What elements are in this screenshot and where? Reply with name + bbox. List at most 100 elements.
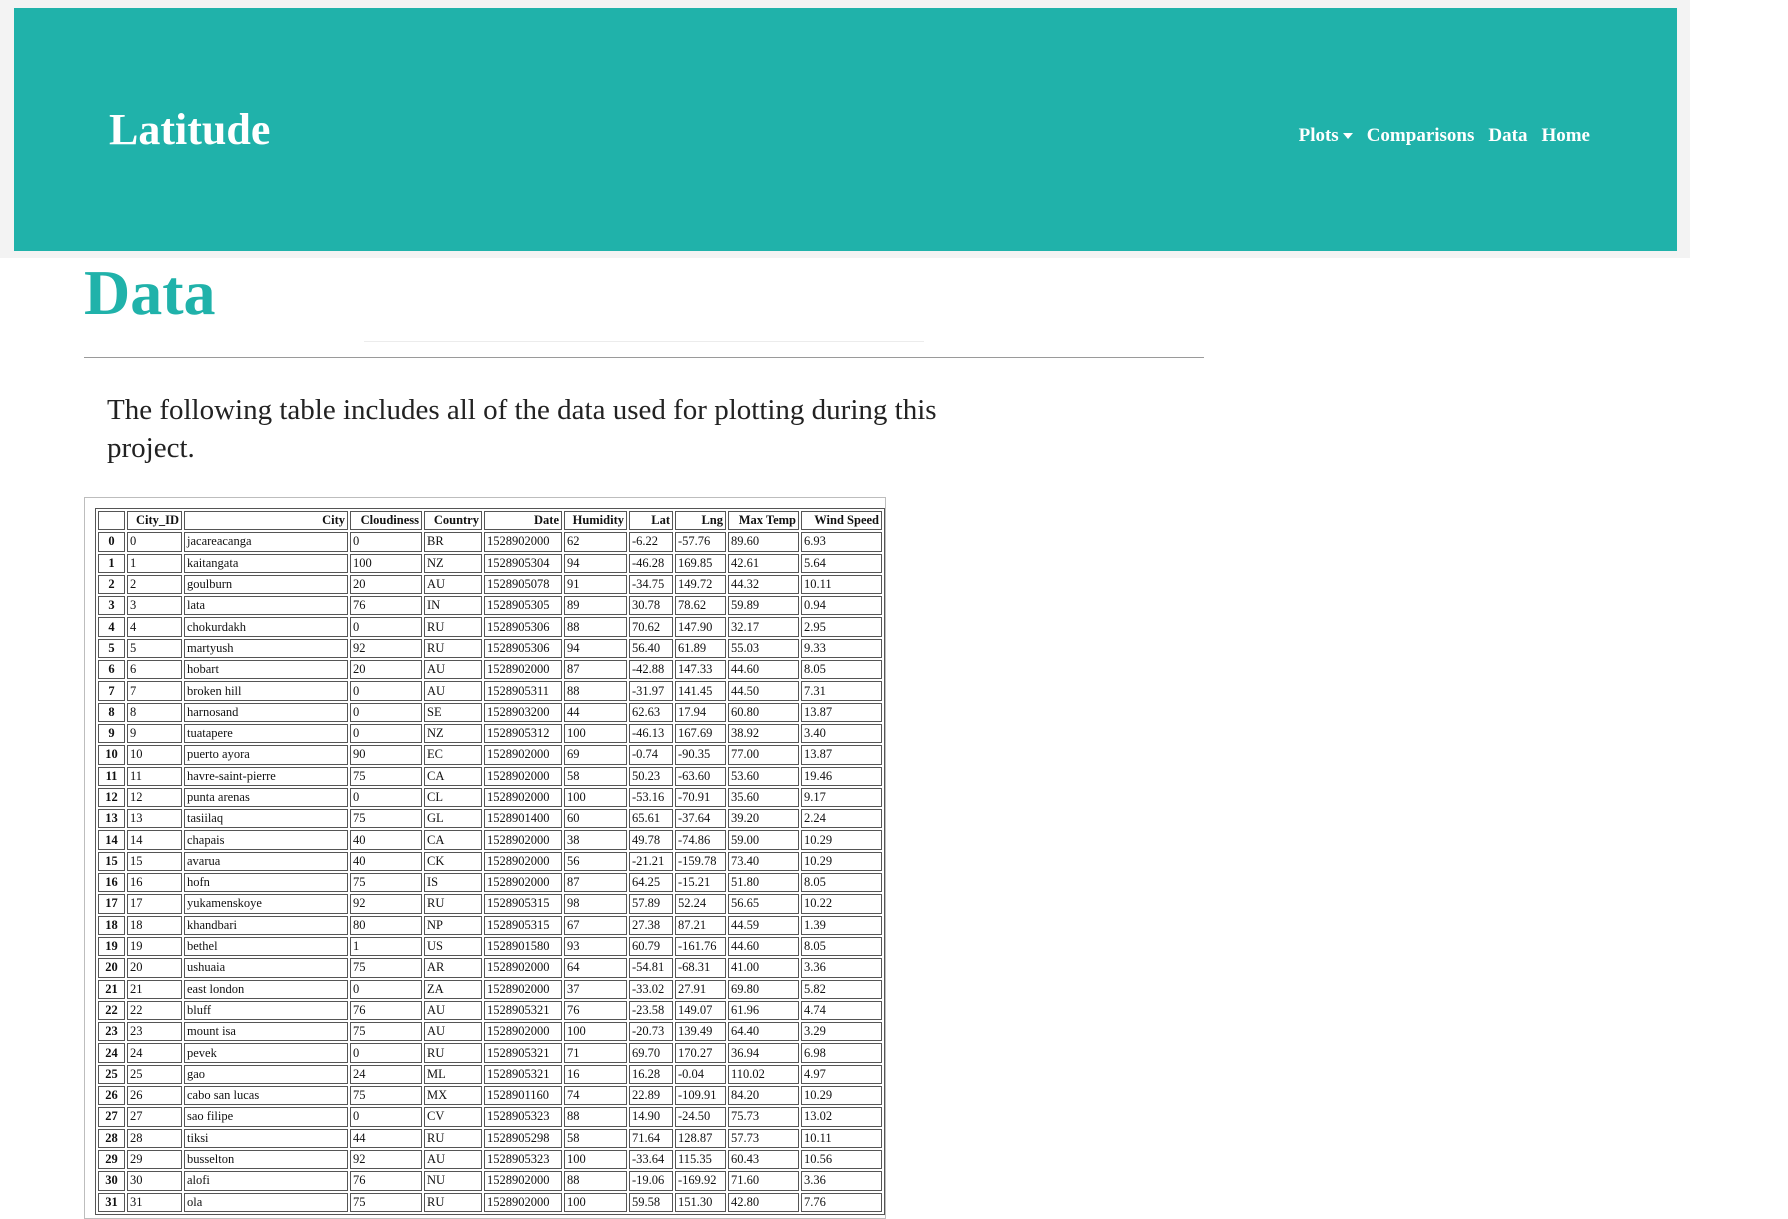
- cell-city-id: 23: [127, 1022, 182, 1042]
- table-body: 0 0 jacareacanga 0 BR 1528902000 62 -6.22 -57.76…: [98, 532, 882, 1212]
- cell-cloudiness: 92: [350, 1149, 422, 1170]
- row-index: 8: [98, 702, 125, 722]
- cell-wind-speed: 4.97: [801, 1064, 882, 1085]
- cell-city: chapais: [184, 830, 348, 850]
- nav-data[interactable]: Data: [1488, 125, 1527, 147]
- cell-wind-speed: 10.11: [801, 574, 882, 595]
- cell-humidity: 71: [564, 1043, 627, 1063]
- column-header-index: [98, 511, 125, 531]
- table-row: 5 5 martyush 92 RU 1528905306 94 56.40 61.89 55.0…: [98, 638, 882, 659]
- cell-country: CL: [424, 787, 482, 808]
- faint-divider: [364, 341, 924, 342]
- cell-country: ML: [424, 1064, 482, 1085]
- cell-city: hofn: [184, 873, 348, 893]
- cell-max-temp: 32.17: [728, 617, 799, 637]
- cell-city: khandbari: [184, 915, 348, 935]
- cell-lng: -15.21: [675, 873, 726, 893]
- cell-cloudiness: 92: [350, 894, 422, 914]
- cell-cloudiness: 92: [350, 638, 422, 659]
- cell-city: martyush: [184, 638, 348, 659]
- cell-lng: -37.64: [675, 809, 726, 829]
- cell-lat: -33.02: [629, 979, 673, 999]
- cell-country: AU: [424, 1022, 482, 1042]
- table-row: 21 21 east london 0 ZA 1528902000 37 -33.02 27.9…: [98, 979, 882, 999]
- cell-lat: 27.38: [629, 915, 673, 935]
- cell-city-id: 29: [127, 1149, 182, 1170]
- cell-max-temp: 36.94: [728, 1043, 799, 1063]
- cell-country: RU: [424, 617, 482, 637]
- cell-cloudiness: 75: [350, 1086, 422, 1106]
- cell-lat: -0.74: [629, 745, 673, 765]
- cell-city-id: 3: [127, 596, 182, 616]
- nav-home[interactable]: Home: [1541, 125, 1590, 147]
- table-row: 10 10 puerto ayora 90 EC 1528902000 69 -0.74 -90…: [98, 745, 882, 765]
- table-row: 6 6 hobart 20 AU 1528902000 87 -42.88 147.33 44.6…: [98, 660, 882, 680]
- cell-city: jacareacanga: [184, 532, 348, 552]
- cell-country: IS: [424, 873, 482, 893]
- cell-date: 1528905298: [484, 1128, 562, 1148]
- cell-humidity: 58: [564, 1128, 627, 1148]
- nav-plots-dropdown[interactable]: Plots: [1299, 125, 1353, 147]
- cell-humidity: 87: [564, 660, 627, 680]
- nav-comparisons[interactable]: Comparisons: [1367, 125, 1475, 147]
- table-row: 31 31 ola 75 RU 1528902000 100 59.58 151.30 42.80…: [98, 1192, 882, 1212]
- cell-date: 1528905304: [484, 553, 562, 573]
- cell-city: sao filipe: [184, 1107, 348, 1127]
- cell-max-temp: 64.40: [728, 1022, 799, 1042]
- cell-max-temp: 55.03: [728, 638, 799, 659]
- cell-wind-speed: 13.87: [801, 745, 882, 765]
- cell-lng: -70.91: [675, 787, 726, 808]
- cell-city: punta arenas: [184, 787, 348, 808]
- cell-max-temp: 89.60: [728, 532, 799, 552]
- cell-date: 1528902000: [484, 766, 562, 786]
- cell-city: havre-saint-pierre: [184, 766, 348, 786]
- cell-lng: -74.86: [675, 830, 726, 850]
- cell-city-id: 9: [127, 723, 182, 744]
- cell-date: 1528901160: [484, 1086, 562, 1106]
- cell-date: 1528905306: [484, 617, 562, 637]
- table-row: 0 0 jacareacanga 0 BR 1528902000 62 -6.22 -57.76…: [98, 532, 882, 552]
- brand-link[interactable]: Latitude: [109, 104, 270, 155]
- cell-country: CA: [424, 830, 482, 850]
- cell-city-id: 18: [127, 915, 182, 935]
- table-row: 24 24 pevek 0 RU 1528905321 71 69.70 170.27 36.94…: [98, 1043, 882, 1063]
- cell-country: AU: [424, 1000, 482, 1021]
- cell-wind-speed: 4.74: [801, 1000, 882, 1021]
- cell-max-temp: 73.40: [728, 851, 799, 872]
- cell-lat: -34.75: [629, 574, 673, 595]
- cell-lng: -90.35: [675, 745, 726, 765]
- cell-city-id: 5: [127, 638, 182, 659]
- table-row: 27 27 sao filipe 0 CV 1528905323 88 14.90 -24.50…: [98, 1107, 882, 1127]
- cell-city: tiksi: [184, 1128, 348, 1148]
- cell-country: RU: [424, 894, 482, 914]
- cell-city-id: 28: [127, 1128, 182, 1148]
- cell-humidity: 69: [564, 745, 627, 765]
- cell-lat: 65.61: [629, 809, 673, 829]
- cell-max-temp: 57.73: [728, 1128, 799, 1148]
- cell-wind-speed: 13.87: [801, 702, 882, 722]
- cell-humidity: 94: [564, 553, 627, 573]
- cell-city: ushuaia: [184, 958, 348, 978]
- cell-city-id: 30: [127, 1171, 182, 1191]
- cell-max-temp: 71.60: [728, 1171, 799, 1191]
- title-divider: [84, 357, 1204, 358]
- cell-city-id: 15: [127, 851, 182, 872]
- cell-wind-speed: 10.22: [801, 894, 882, 914]
- cell-cloudiness: 0: [350, 979, 422, 999]
- data-table-frame[interactable]: City_ID City Cloudiness Country Date Hum…: [84, 497, 886, 1219]
- column-header-max-temp: Max Temp: [728, 511, 799, 531]
- cell-humidity: 64: [564, 958, 627, 978]
- column-header-wind-speed: Wind Speed: [801, 511, 882, 531]
- table-row: 18 18 khandbari 80 NP 1528905315 67 27.38 87.21 4…: [98, 915, 882, 935]
- cell-cloudiness: 76: [350, 1171, 422, 1191]
- cell-lng: 115.35: [675, 1149, 726, 1170]
- cell-humidity: 76: [564, 1000, 627, 1021]
- cell-lat: -19.06: [629, 1171, 673, 1191]
- row-index: 11: [98, 766, 125, 786]
- cell-lng: 167.69: [675, 723, 726, 744]
- cell-lat: -42.88: [629, 660, 673, 680]
- cell-city-id: 11: [127, 766, 182, 786]
- cell-country: AU: [424, 574, 482, 595]
- cell-wind-speed: 6.93: [801, 532, 882, 552]
- table-row: 23 23 mount isa 75 AU 1528902000 100 -20.73 139.…: [98, 1022, 882, 1042]
